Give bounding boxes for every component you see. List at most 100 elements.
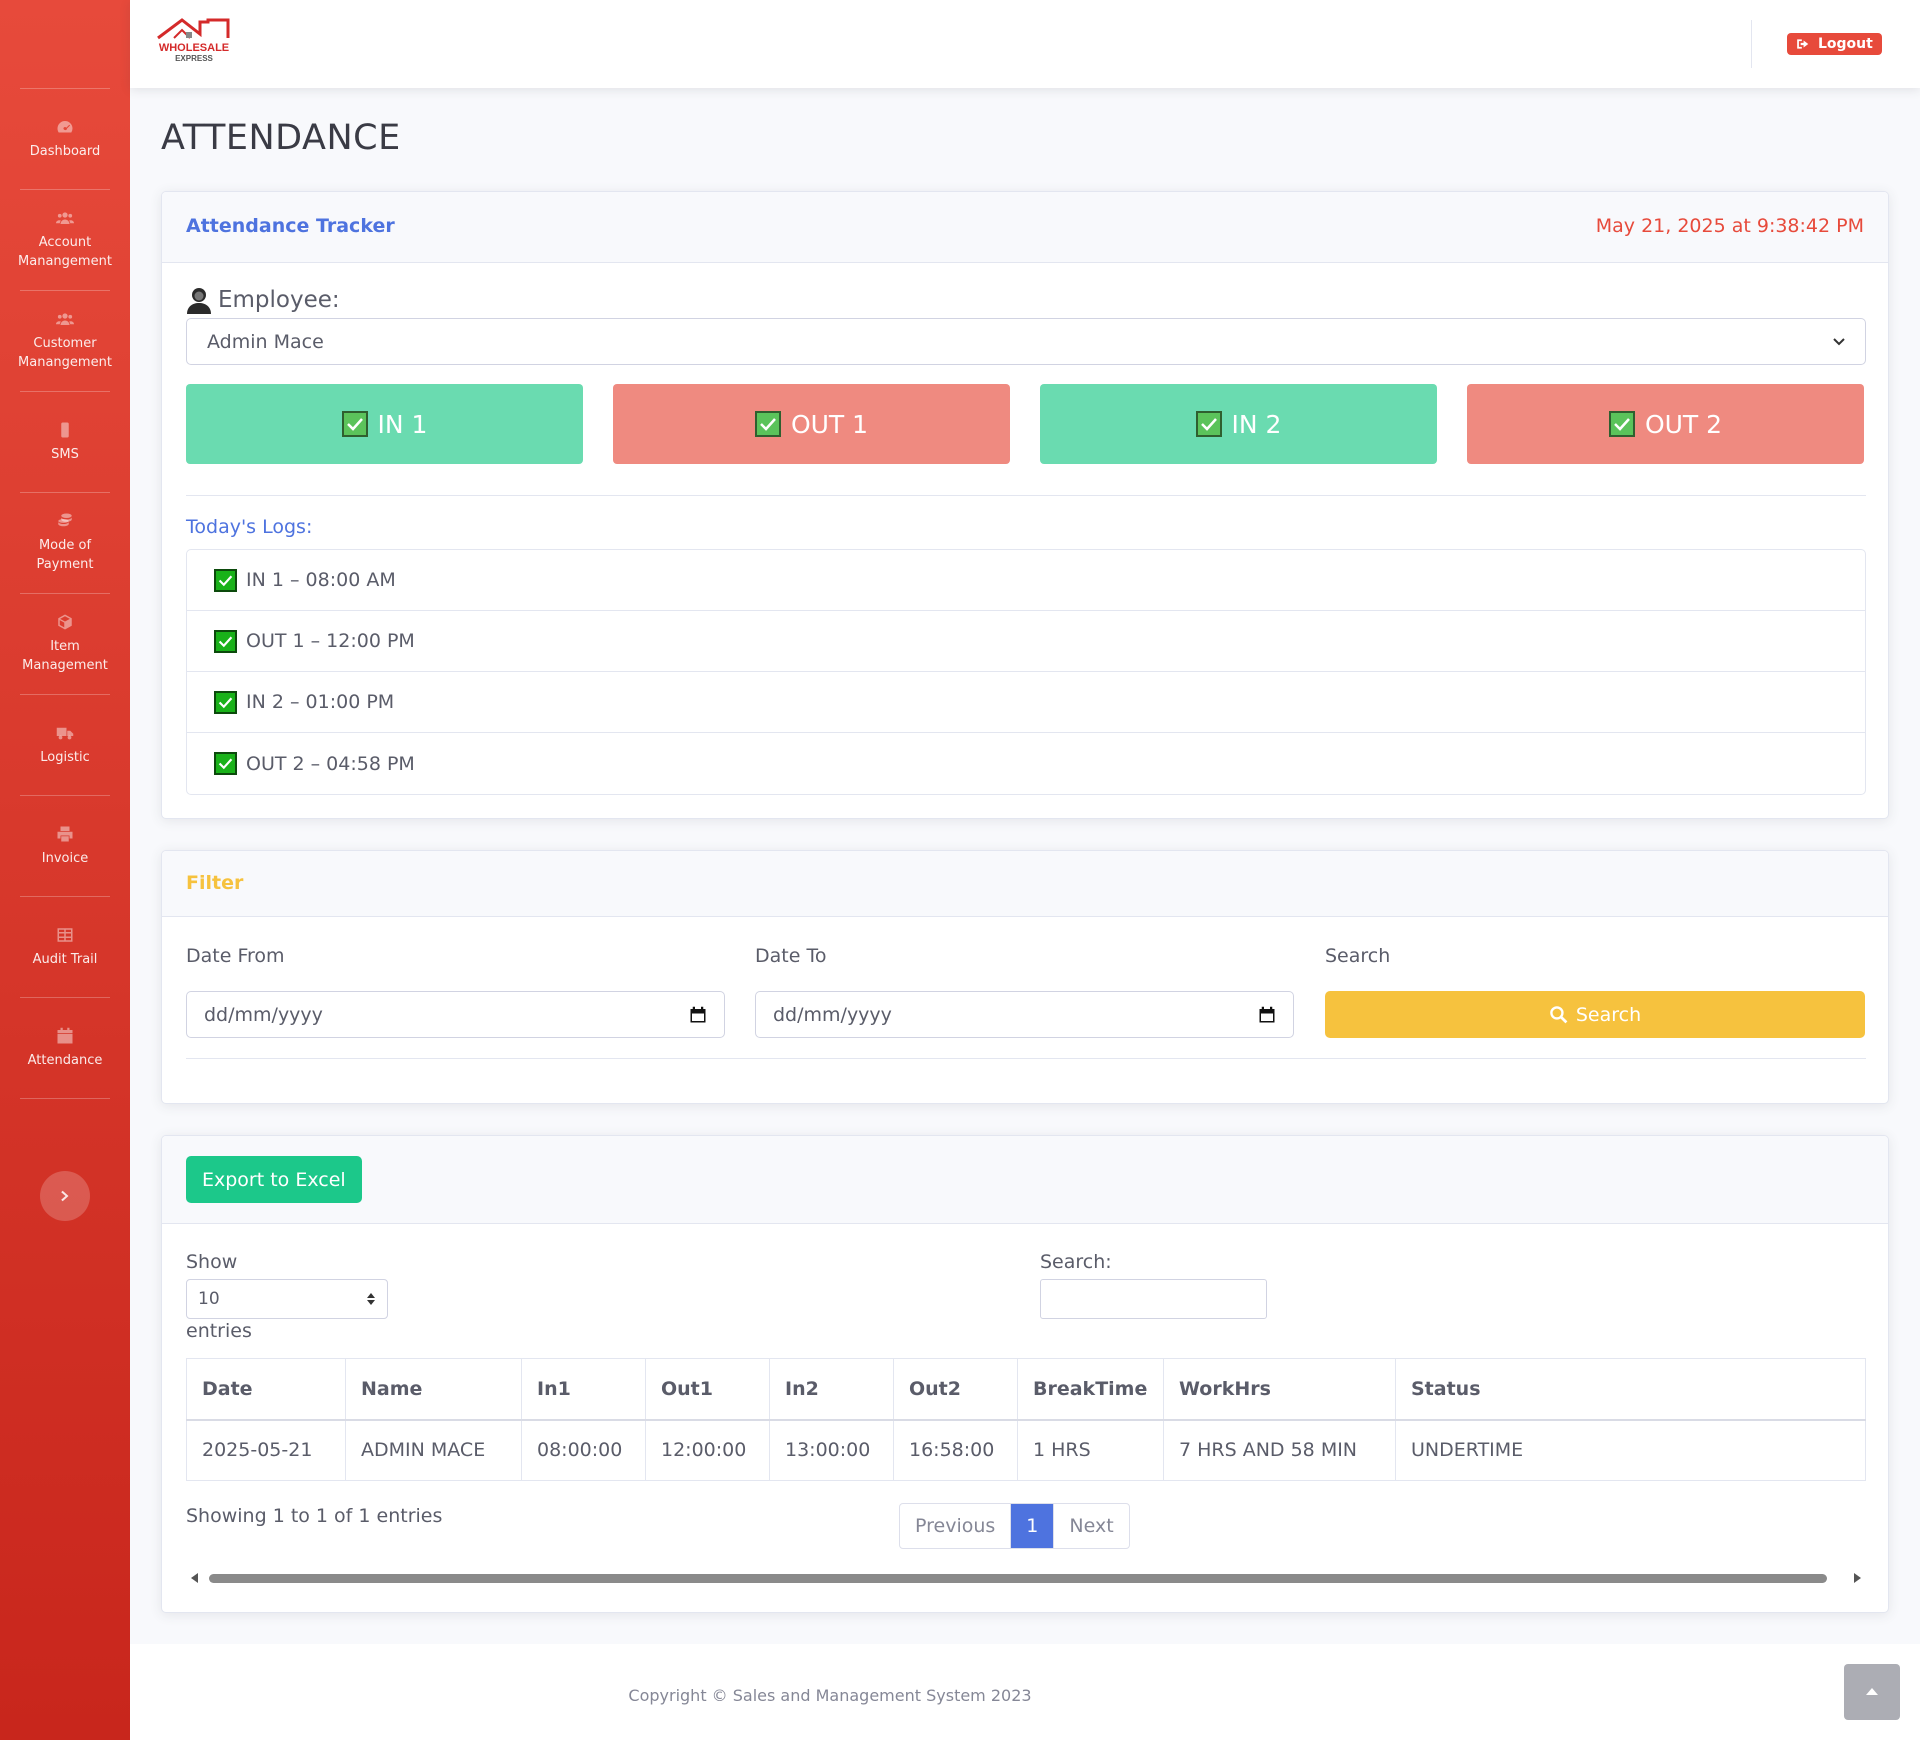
sidebar-item-label: Account Manangement: [18, 235, 112, 269]
logout-button[interactable]: Logout: [1787, 33, 1882, 55]
check-icon: [214, 629, 237, 653]
column-header-breaktime[interactable]: BreakTime: [1017, 1358, 1164, 1421]
in2-button[interactable]: IN 2: [1040, 384, 1437, 464]
table-search-label: Search:: [1040, 1251, 1112, 1273]
horizontal-scrollbar[interactable]: [186, 1570, 1866, 1586]
check-icon: [1195, 411, 1222, 437]
sidebar-item-label: Dashboard: [29, 143, 101, 159]
sidebar-item-dashboard[interactable]: Dashboard: [0, 89, 130, 189]
cell-status: UNDERTIME: [1395, 1419, 1866, 1481]
sidebar-item-item-management[interactable]: Item Management: [0, 594, 130, 694]
topbar: WHOLESALE EXPRESS Logout: [130, 0, 1920, 88]
sidebar-item-customer-management[interactable]: Customer Manangement: [0, 291, 130, 391]
column-header-name[interactable]: Name: [345, 1358, 522, 1421]
in1-button[interactable]: IN 1: [186, 384, 583, 464]
column-header-out2[interactable]: Out2: [893, 1358, 1018, 1421]
calendar-icon[interactable]: [689, 1006, 707, 1024]
table-icon: [57, 927, 73, 942]
todays-logs-label: Today's Logs:: [186, 516, 313, 538]
attendance-table: Date Name In1 Out1 In2 Out2 BreakTime Wo…: [186, 1358, 1866, 1481]
topbar-divider: [1751, 20, 1752, 68]
sidebar-item-invoice[interactable]: Invoice: [0, 796, 130, 896]
out2-button[interactable]: OUT 2: [1467, 384, 1864, 464]
employee-label: Employee:: [186, 286, 340, 314]
search-button[interactable]: Search: [1325, 991, 1865, 1038]
sidebar-item-attendance[interactable]: Attendance: [0, 998, 130, 1098]
column-header-in1[interactable]: In1: [521, 1358, 646, 1421]
users-icon: [56, 313, 74, 325]
check-icon: [1608, 411, 1635, 437]
divider: [186, 495, 1866, 496]
sort-arrows-icon: [367, 1293, 375, 1305]
sidebar-item-account-management[interactable]: Account Manangement: [0, 190, 130, 290]
employee-selected-value: Admin Mace: [207, 330, 324, 353]
logout-label: Logout: [1818, 36, 1873, 52]
sidebar-item-label: Attendance: [27, 1052, 103, 1068]
chevron-up-icon: [1866, 1688, 1878, 1695]
pagination-page-1[interactable]: 1: [1011, 1504, 1055, 1548]
cell-breaktime: 1 HRS: [1017, 1419, 1164, 1481]
pagination-previous[interactable]: Previous: [900, 1504, 1012, 1548]
card-header: Attendance Tracker May 21, 2025 at 9:38:…: [162, 192, 1888, 263]
column-header-date[interactable]: Date: [186, 1358, 346, 1421]
log-item: OUT 1 – 12:00 PM: [187, 611, 1865, 672]
chevron-down-icon: [1833, 337, 1845, 345]
log-item: IN 2 – 01:00 PM: [187, 672, 1865, 733]
table-search-input[interactable]: [1040, 1279, 1267, 1319]
scroll-to-top-button[interactable]: [1844, 1664, 1900, 1720]
calendar-icon[interactable]: [1258, 1006, 1276, 1024]
scroll-right-icon[interactable]: [1853, 1573, 1861, 1583]
cell-in2: 13:00:00: [769, 1419, 894, 1481]
check-icon: [214, 752, 237, 775]
card-title: Attendance Tracker: [186, 215, 395, 237]
sidebar-toggle-button[interactable]: [40, 1171, 90, 1221]
page-title: ATTENDANCE: [161, 118, 401, 158]
current-datetime: May 21, 2025 at 9:38:42 PM: [1595, 215, 1864, 237]
coins-icon: [58, 513, 72, 527]
table-row: 2025-05-21 ADMIN MACE 08:00:00 12:00:00 …: [186, 1419, 1866, 1481]
attendance-tracker-card: Attendance Tracker May 21, 2025 at 9:38:…: [161, 191, 1889, 819]
sidebar-item-label: Customer Manangement: [18, 336, 112, 370]
sidebar-item-label: Mode of Payment: [36, 538, 94, 572]
cell-name: ADMIN MACE: [345, 1419, 522, 1481]
entries-length-select[interactable]: 10: [186, 1279, 388, 1319]
card-header: Filter: [162, 851, 1888, 917]
column-header-out1[interactable]: Out1: [645, 1358, 770, 1421]
table-header-row: Date Name In1 Out1 In2 Out2 BreakTime Wo…: [186, 1358, 1866, 1421]
filter-card: Filter Date From Date To Search dd/mm/yy…: [161, 850, 1889, 1104]
column-header-in2[interactable]: In2: [769, 1358, 894, 1421]
tachometer-icon: [57, 120, 73, 132]
scroll-left-icon[interactable]: [191, 1573, 199, 1583]
sidebar-item-logistic[interactable]: Logistic: [0, 695, 130, 795]
column-header-workhrs[interactable]: WorkHrs: [1163, 1358, 1396, 1421]
brand-logo[interactable]: WHOLESALE EXPRESS: [152, 16, 236, 64]
todays-logs-list: IN 1 – 08:00 AM OUT 1 – 12:00 PM IN 2 – …: [186, 549, 1866, 795]
pagination: Previous 1 Next: [899, 1503, 1130, 1549]
sidebar-item-mode-of-payment[interactable]: Mode of Payment: [0, 493, 130, 593]
logo-subtext: EXPRESS: [175, 54, 213, 63]
date-from-input[interactable]: dd/mm/yyyy: [186, 991, 725, 1038]
employee-select[interactable]: Admin Mace: [186, 318, 1866, 365]
sidebar-item-label: Audit Trail: [32, 951, 98, 967]
sidebar: Dashboard Account Manangement Customer M…: [0, 0, 130, 1740]
cell-out1: 12:00:00: [645, 1419, 770, 1481]
out1-button[interactable]: OUT 1: [613, 384, 1010, 464]
export-to-excel-button[interactable]: Export to Excel: [186, 1156, 362, 1203]
copyright-text: Copyright © Sales and Management System …: [628, 1686, 1032, 1705]
pagination-next[interactable]: Next: [1054, 1504, 1128, 1548]
date-to-input[interactable]: dd/mm/yyyy: [755, 991, 1294, 1038]
sidebar-item-audit-trail[interactable]: Audit Trail: [0, 897, 130, 997]
check-icon: [341, 411, 368, 437]
check-icon: [214, 690, 237, 714]
footer: Copyright © Sales and Management System …: [130, 1644, 1920, 1740]
show-label: Show: [186, 1251, 238, 1273]
scrollbar-thumb[interactable]: [209, 1574, 1827, 1583]
box-icon: [58, 614, 72, 630]
calendar-icon: [57, 1027, 73, 1043]
log-item: IN 1 – 08:00 AM: [187, 550, 1865, 611]
truck-icon: [56, 727, 74, 739]
divider: [186, 1058, 1866, 1059]
column-header-status[interactable]: Status: [1395, 1358, 1866, 1421]
print-icon: [57, 826, 73, 841]
sidebar-item-sms[interactable]: SMS: [0, 392, 130, 492]
